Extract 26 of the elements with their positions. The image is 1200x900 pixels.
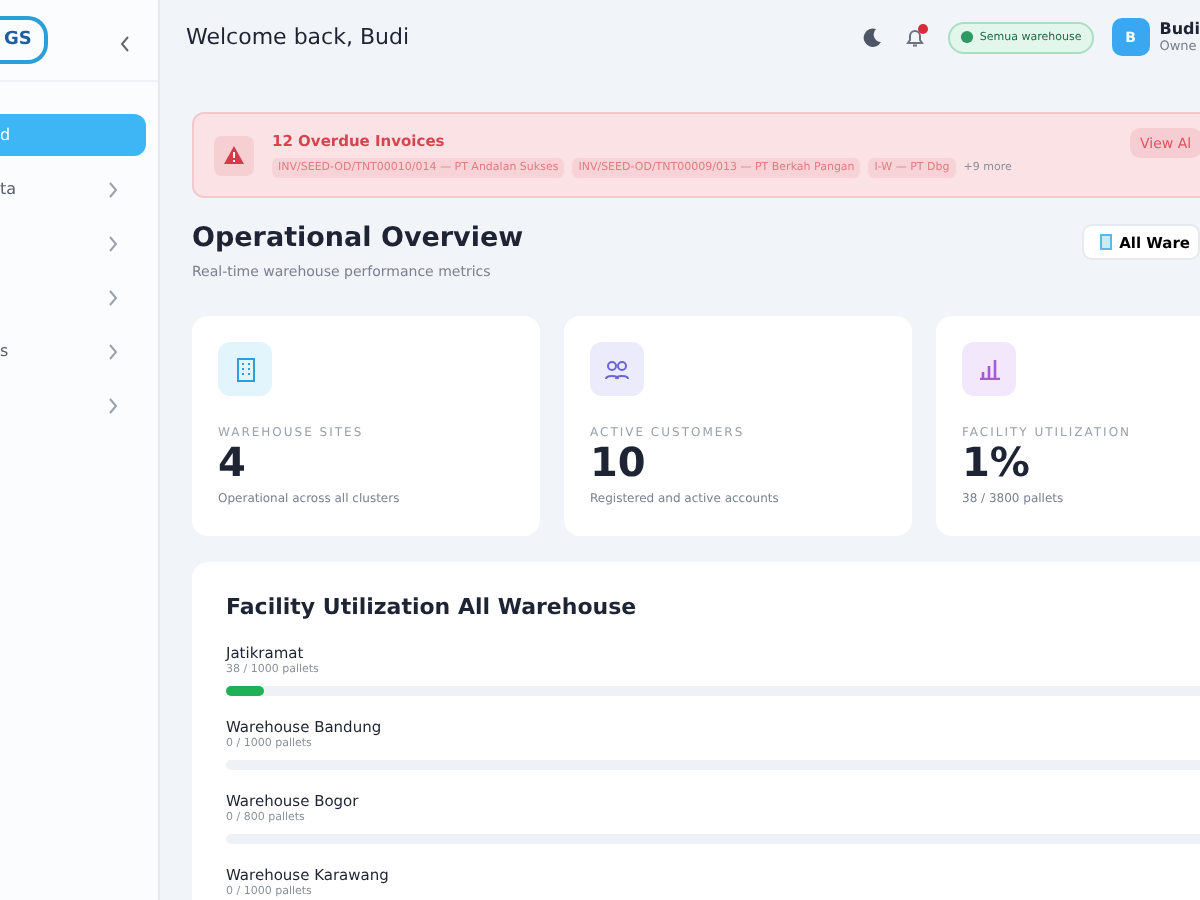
chevron-icon <box>108 289 118 305</box>
stat-value: 1% <box>962 440 1032 484</box>
stat-value: 4 <box>218 440 248 484</box>
building-icon <box>235 357 255 381</box>
nav-item[interactable]: d <box>0 114 146 156</box>
chevron-icon <box>108 235 118 251</box>
moon-icon <box>861 27 882 47</box>
chevron-icon <box>108 343 118 359</box>
theme-toggle[interactable] <box>861 27 882 47</box>
users-icon <box>604 359 630 379</box>
bell-icon <box>905 27 924 47</box>
building-icon <box>1099 234 1112 250</box>
stat-value: 10 <box>590 440 648 484</box>
bar-chart-icon <box>977 358 1001 380</box>
user-name: Budi <box>1159 20 1200 38</box>
nav-item[interactable]: s <box>0 330 146 372</box>
notification-button[interactable] <box>905 27 924 47</box>
nav-item[interactable]: ta <box>0 168 146 210</box>
chevron-icon <box>120 35 130 51</box>
chevron-icon <box>108 397 118 413</box>
section-title: Operational Overview <box>192 222 524 254</box>
chevron-icon <box>108 181 118 197</box>
welcome-heading: Welcome back, Budi <box>186 24 412 50</box>
logo: GS <box>0 16 48 64</box>
card-title: Facility Utilization All Warehouse <box>226 594 639 620</box>
warning-icon <box>214 135 254 175</box>
